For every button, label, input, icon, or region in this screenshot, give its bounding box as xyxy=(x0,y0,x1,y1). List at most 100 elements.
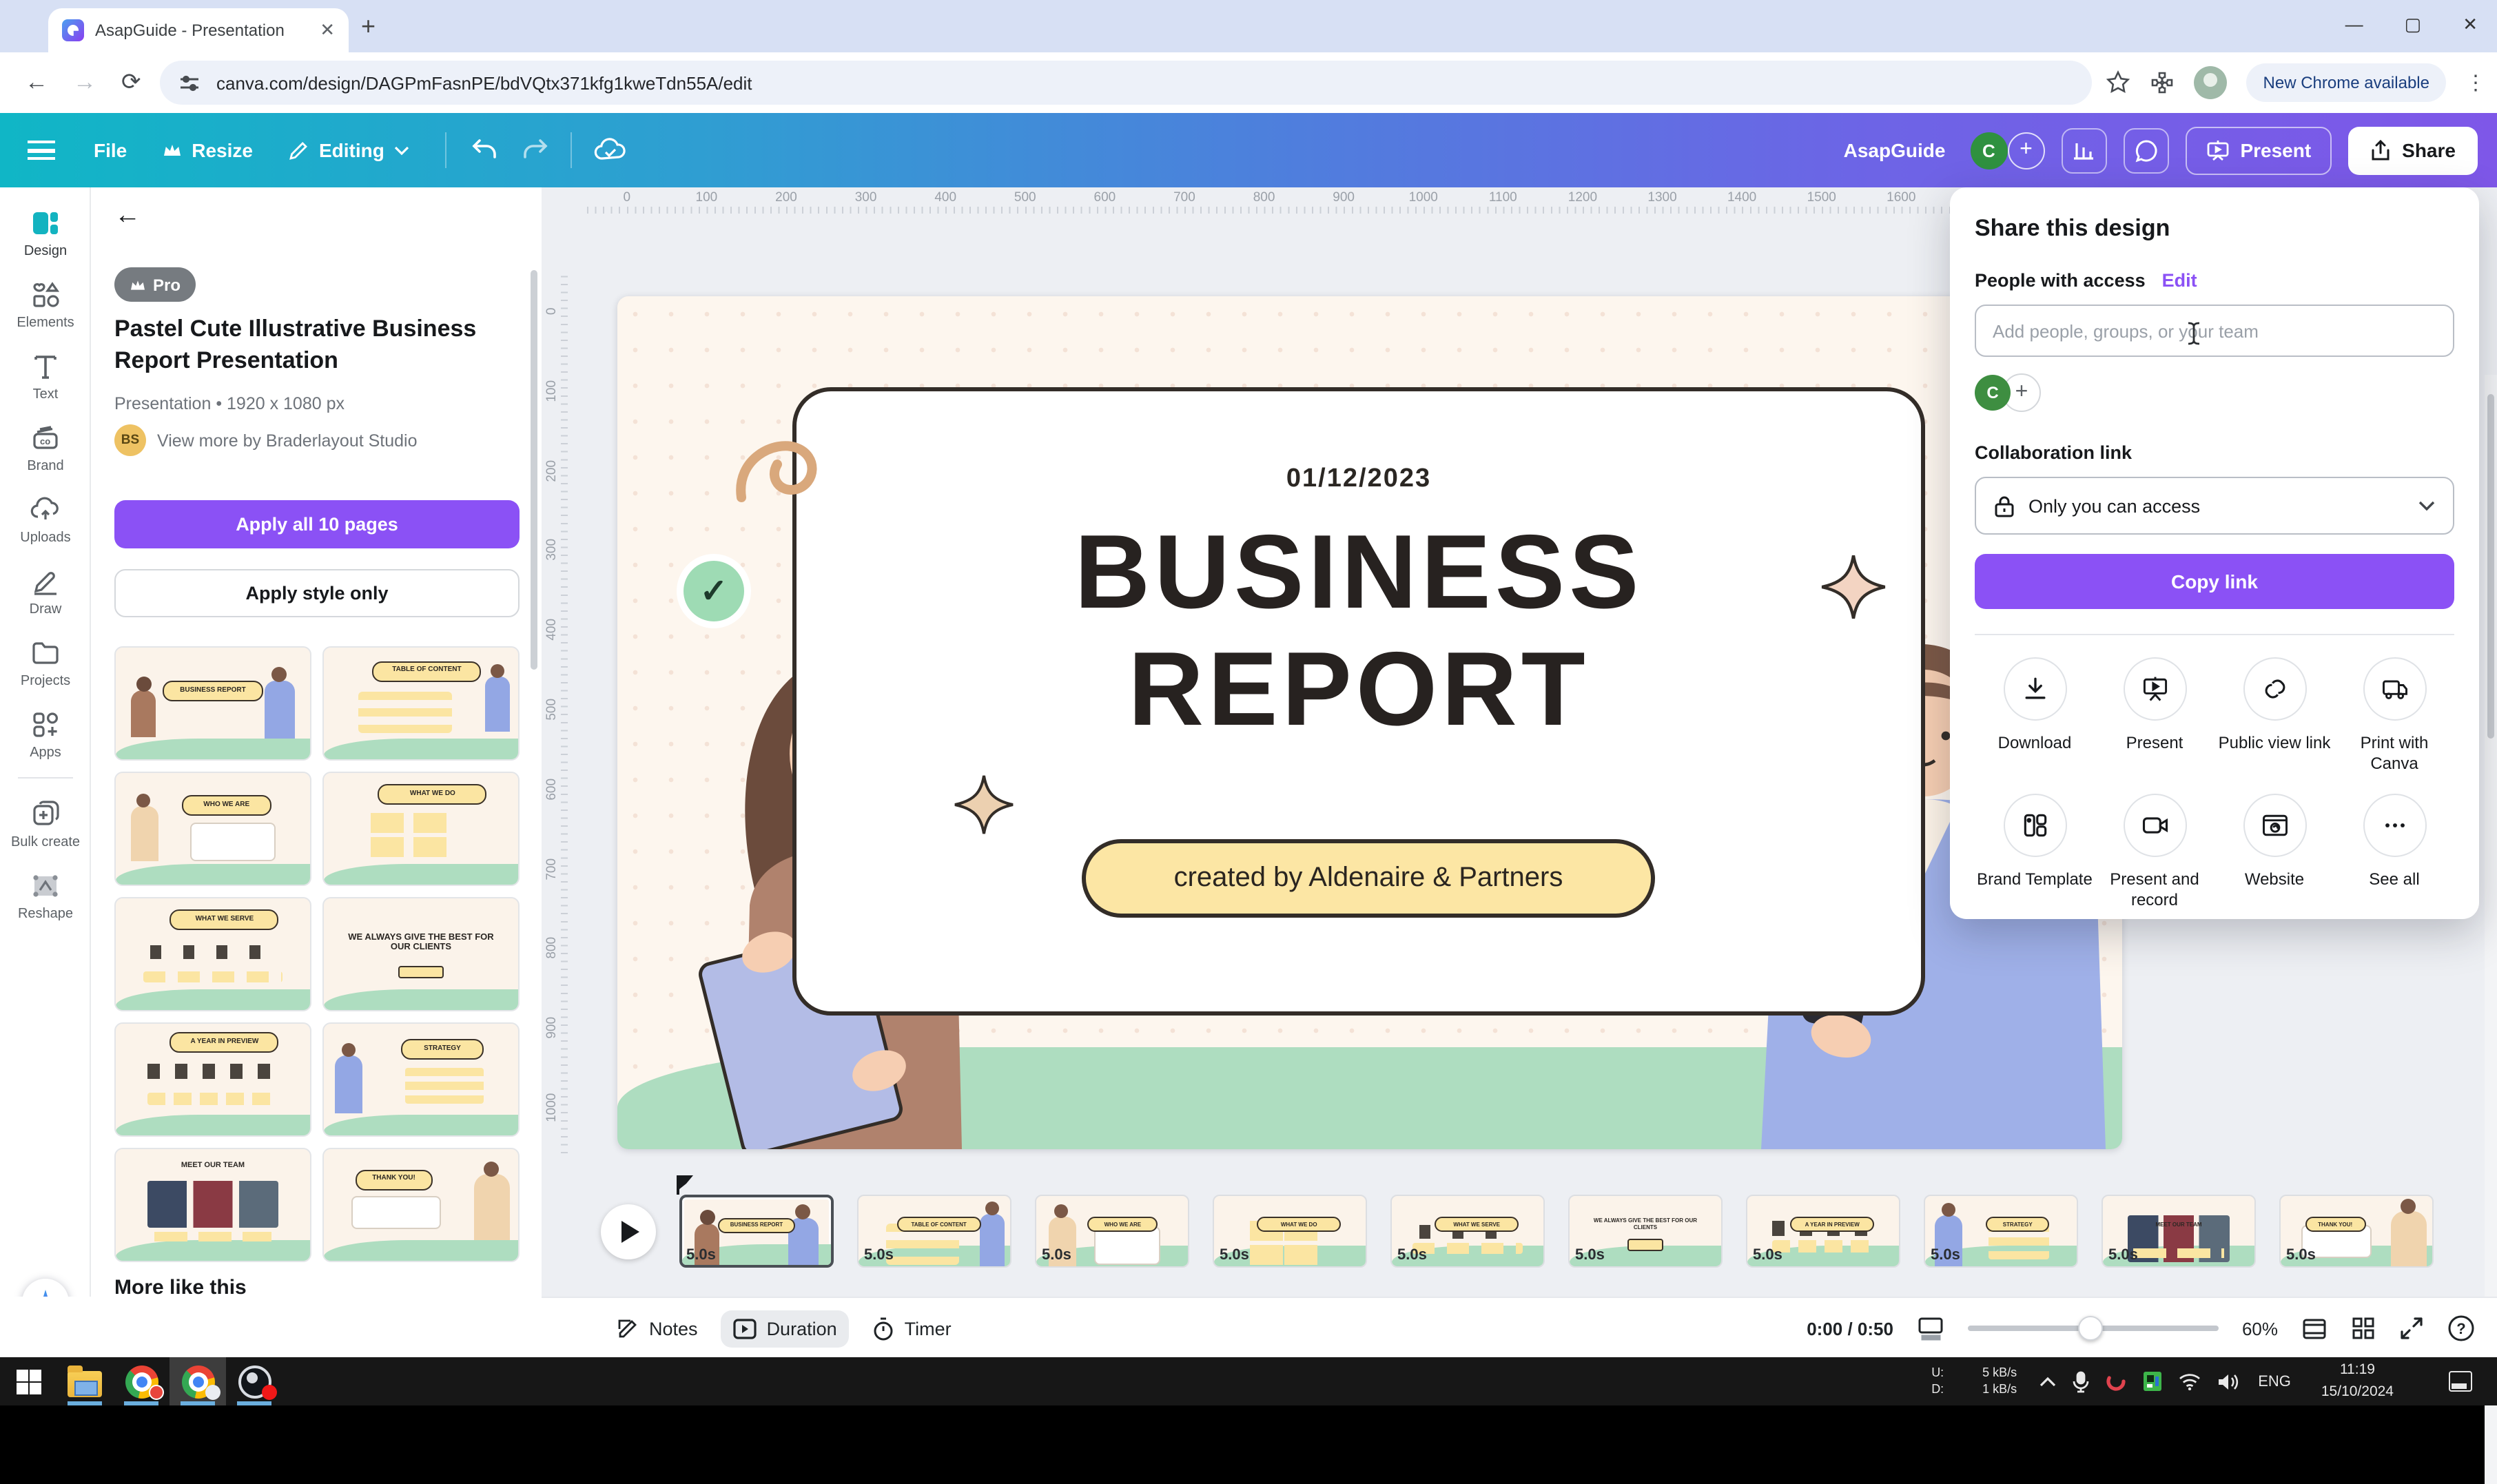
comments-icon[interactable] xyxy=(2123,127,2168,173)
share-button[interactable]: Share xyxy=(2348,126,2478,174)
sidebar-item-brand[interactable]: co Brand xyxy=(0,422,91,474)
panel-back-button[interactable]: ← xyxy=(114,201,141,231)
share-action-button[interactable]: Brand Template xyxy=(1975,794,2095,911)
slide-credit-pill[interactable]: created by Aldenaire & Partners xyxy=(1082,839,1655,918)
share-action-button[interactable]: Public view link xyxy=(2215,657,2334,774)
filmstrip-thumbnail[interactable]: A YEAR IN PREVIEW 5.0s xyxy=(1746,1195,1900,1268)
action-center-icon[interactable] xyxy=(2449,1371,2472,1392)
add-member-button[interactable]: + xyxy=(2007,132,2044,169)
volume-tray-icon[interactable] xyxy=(2217,1372,2239,1391)
microphone-tray-icon[interactable] xyxy=(2072,1370,2088,1392)
template-page-thumbnail[interactable]: MEET OUR TEAM xyxy=(114,1148,311,1262)
url-bar[interactable]: canva.com/design/DAGPmFasnPE/bdVQtx371kf… xyxy=(160,61,2092,105)
sidebar-item-elements[interactable]: Elements xyxy=(0,278,91,331)
filmstrip-thumbnail[interactable]: THANK YOU! 5.0s xyxy=(2279,1195,2434,1268)
sidebar-item-apps[interactable]: Apps xyxy=(0,708,91,761)
sidebar-item-bulk-create[interactable]: Bulk create xyxy=(0,798,91,850)
timer-button[interactable]: Timer xyxy=(861,1308,964,1348)
site-settings-icon[interactable] xyxy=(179,72,200,93)
view-more-link[interactable]: View more by Braderlayout Studio xyxy=(157,431,418,450)
start-button[interactable] xyxy=(0,1357,56,1405)
back-icon[interactable]: ← xyxy=(25,69,48,96)
zoom-slider-thumb[interactable] xyxy=(2078,1316,2103,1341)
sidebar-item-uploads[interactable]: Uploads xyxy=(0,493,91,546)
share-action-button[interactable]: Present xyxy=(2095,657,2215,774)
sidebar-item-design[interactable]: Design xyxy=(0,207,91,259)
creator-avatar[interactable]: BS xyxy=(114,424,146,456)
template-page-thumbnail[interactable]: BUSINESS REPORT xyxy=(114,646,311,761)
filmstrip-thumbnail[interactable]: WHO WE ARE 5.0s xyxy=(1035,1195,1189,1268)
filmstrip-thumbnail[interactable]: WHAT WE DO 5.0s xyxy=(1213,1195,1367,1268)
file-explorer-taskbar-icon[interactable] xyxy=(56,1357,113,1405)
template-page-thumbnail[interactable]: TABLE OF CONTENT xyxy=(322,646,520,761)
sidebar-item-text[interactable]: Text xyxy=(0,350,91,402)
file-menu[interactable]: File xyxy=(94,139,127,161)
window-minimize-button[interactable]: — xyxy=(2345,14,2363,36)
obs-taskbar-icon[interactable] xyxy=(226,1357,282,1405)
zoom-slider[interactable] xyxy=(1968,1326,2219,1331)
template-page-thumbnail[interactable]: STRATEGY xyxy=(322,1022,520,1137)
help-icon[interactable]: ? xyxy=(2447,1315,2475,1342)
browser-menu-icon[interactable]: ⋮ xyxy=(2465,70,2486,95)
sidebar-item-draw[interactable]: Draw xyxy=(0,565,91,617)
share-action-button[interactable]: Print with Canva xyxy=(2334,657,2454,774)
bookmark-star-icon[interactable] xyxy=(2106,70,2131,95)
sidebar-item-projects[interactable]: Projects xyxy=(0,637,91,689)
share-action-button[interactable]: Present and record xyxy=(2095,794,2215,911)
template-page-thumbnail[interactable]: A YEAR IN PREVIEW xyxy=(114,1022,311,1137)
edit-access-link[interactable]: Edit xyxy=(2162,270,2197,291)
new-tab-button[interactable]: + xyxy=(361,14,376,39)
template-page-thumbnail[interactable]: WHO WE ARE xyxy=(114,772,311,886)
tray-expand-icon[interactable] xyxy=(2039,1376,2055,1387)
play-button[interactable] xyxy=(601,1204,656,1259)
notes-button[interactable]: Notes xyxy=(605,1309,710,1348)
chrome-active-taskbar-icon[interactable] xyxy=(169,1357,226,1405)
editing-mode-dropdown[interactable]: Editing xyxy=(289,139,409,161)
extensions-icon[interactable] xyxy=(2150,70,2175,95)
template-page-thumbnail[interactable]: WE ALWAYS GIVE THE BEST FOR OUR CLIENTS xyxy=(322,897,520,1011)
grid-view-icon[interactable] xyxy=(2351,1316,2376,1341)
redo-icon[interactable] xyxy=(521,138,548,163)
window-close-button[interactable]: ✕ xyxy=(2463,14,2478,36)
filmstrip-thumbnail[interactable]: WE ALWAYS GIVE THE BEST FOR OUR CLIENTS … xyxy=(1568,1195,1723,1268)
language-indicator[interactable]: ENG xyxy=(2258,1373,2291,1390)
system-clock[interactable]: 11:19 15/10/2024 xyxy=(2321,1361,2394,1403)
browser-tab[interactable]: AsapGuide - Presentation ✕ xyxy=(48,8,349,52)
menu-hamburger-icon[interactable] xyxy=(28,141,55,160)
reload-icon[interactable]: ⟳ xyxy=(121,69,141,96)
filmstrip-thumbnail[interactable]: TABLE OF CONTENT 5.0s xyxy=(857,1195,1011,1268)
tab-close-icon[interactable]: ✕ xyxy=(320,19,335,41)
browser-profile-avatar[interactable] xyxy=(2195,66,2228,99)
fullpage-view-icon[interactable] xyxy=(2301,1317,2328,1340)
link-access-dropdown[interactable]: Only you can access xyxy=(1975,477,2454,535)
duration-button[interactable]: Duration xyxy=(721,1310,850,1347)
fullscreen-icon[interactable] xyxy=(2399,1316,2424,1341)
share-action-button[interactable]: Website xyxy=(2215,794,2334,911)
slide-date[interactable]: 01/12/2023 xyxy=(792,464,1925,495)
add-people-input[interactable]: Add people, groups, or your team xyxy=(1975,305,2454,357)
wifi-tray-icon[interactable] xyxy=(2178,1372,2200,1390)
template-page-thumbnail[interactable]: WHAT WE SERVE xyxy=(114,897,311,1011)
chrome-taskbar-icon[interactable] xyxy=(113,1357,169,1405)
filmstrip-thumbnail[interactable]: STRATEGY 5.0s xyxy=(1924,1195,2078,1268)
share-action-button[interactable]: Download xyxy=(1975,657,2095,774)
pages-view-icon[interactable] xyxy=(1917,1316,1944,1341)
present-button[interactable]: Present xyxy=(2185,126,2332,174)
slide-page[interactable]: 01/12/2023 BUSINESS REPORT created by Al… xyxy=(617,296,2122,1149)
filmstrip-thumbnail[interactable]: WHAT WE SERVE 5.0s xyxy=(1390,1195,1545,1268)
apply-style-only-button[interactable]: Apply style only xyxy=(114,569,520,617)
new-chrome-badge[interactable]: New Chrome available xyxy=(2247,63,2446,102)
insights-chart-icon[interactable] xyxy=(2061,127,2106,173)
template-page-thumbnail[interactable]: WHAT WE DO xyxy=(322,772,520,886)
resize-button[interactable]: Resize xyxy=(163,139,253,161)
template-page-thumbnail[interactable]: THANK YOU! xyxy=(322,1148,520,1262)
forward-icon[interactable]: → xyxy=(73,69,96,96)
slide-title[interactable]: BUSINESS REPORT xyxy=(792,514,1925,748)
share-action-button[interactable]: See all xyxy=(2334,794,2454,911)
account-avatar[interactable]: C xyxy=(1970,132,2007,169)
gpu-tray-icon[interactable] xyxy=(2142,1371,2161,1392)
undo-icon[interactable] xyxy=(471,138,499,163)
copy-link-button[interactable]: Copy link xyxy=(1975,554,2454,609)
apply-all-pages-button[interactable]: Apply all 10 pages xyxy=(114,500,520,548)
member-avatar[interactable]: C xyxy=(1975,375,2011,411)
